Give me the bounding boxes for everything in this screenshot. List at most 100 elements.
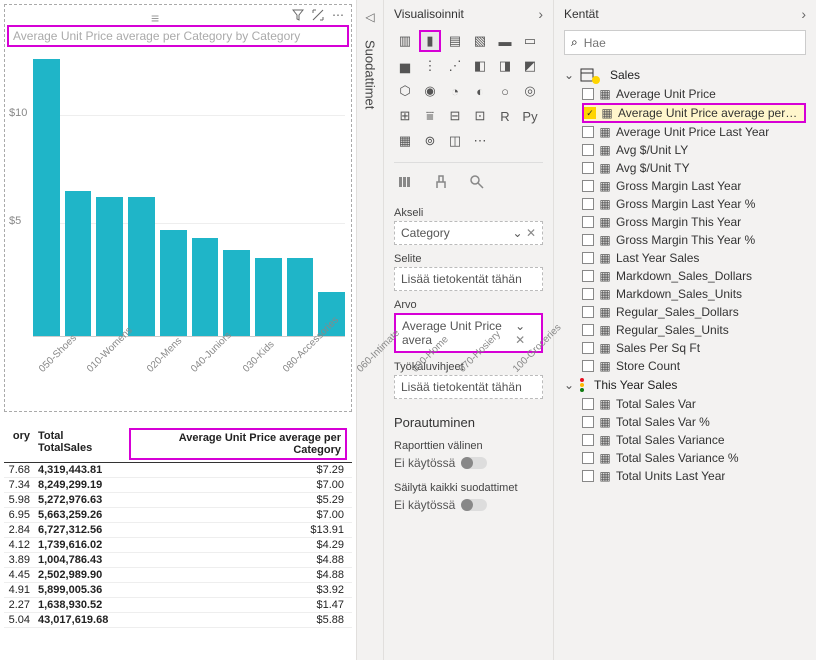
field-row[interactable]: ▦Markdown_Sales_Dollars <box>582 267 806 285</box>
viz-type-icon[interactable]: ◐ <box>469 80 491 102</box>
value-remove-icon[interactable]: ✕ <box>515 333 525 347</box>
toggle-switch[interactable] <box>461 457 487 469</box>
field-checkbox[interactable] <box>582 398 594 410</box>
legend-field-well[interactable]: Lisää tietokentät tähän <box>394 267 543 291</box>
field-row[interactable]: ▦Total Units Last Year <box>582 467 806 485</box>
field-row[interactable]: ▦Total Sales Var <box>582 395 806 413</box>
viz-type-icon[interactable]: ◔ <box>444 80 466 102</box>
viz-type-icon[interactable]: ▭ <box>519 30 541 52</box>
field-checkbox[interactable] <box>582 252 594 264</box>
field-row[interactable]: ▦Total Sales Variance % <box>582 449 806 467</box>
table-row[interactable]: 2.846,727,312.56$13.91 <box>4 523 352 538</box>
viz-type-icon[interactable]: ⋮ <box>419 55 441 77</box>
field-checkbox[interactable] <box>582 324 594 336</box>
value-field-well[interactable]: Average Unit Price avera ⌄ ✕ <box>394 313 543 353</box>
field-checkbox[interactable] <box>582 144 594 156</box>
col-header-1b[interactable]: TotalSales <box>38 442 125 454</box>
table-row[interactable]: 4.452,502,989.90$4.88 <box>4 568 352 583</box>
field-checkbox[interactable] <box>582 216 594 228</box>
field-checkbox[interactable]: ✓ <box>584 107 596 119</box>
viz-type-icon[interactable]: ◨ <box>494 55 516 77</box>
viz-type-icon[interactable]: ▧ <box>469 30 491 52</box>
analytics-tab-icon[interactable] <box>466 171 488 193</box>
viz-type-icon[interactable]: ◫ <box>444 130 466 152</box>
viz-type-icon[interactable]: ▤ <box>444 30 466 52</box>
drill-cross-toggle[interactable]: Ei käytössä <box>394 456 543 470</box>
table-row[interactable]: 5.0443,017,619.68$5.88 <box>4 613 352 628</box>
field-row[interactable]: ▦Avg $/Unit TY <box>582 159 806 177</box>
bar[interactable] <box>287 258 314 336</box>
bar-chart-visual[interactable]: ≡ ⋯ Average Unit Price average per Categ… <box>4 4 352 412</box>
viz-type-icon[interactable]: ⩸ <box>419 105 441 127</box>
field-checkbox[interactable] <box>582 180 594 192</box>
field-row[interactable]: ✓▦Average Unit Price average per Cate... <box>582 103 806 123</box>
expand-filters-icon[interactable]: ◁ <box>365 10 374 24</box>
viz-type-icon[interactable]: ○ <box>494 80 516 102</box>
viz-type-icon[interactable]: ⬡ <box>394 80 416 102</box>
value-chevron-icon[interactable]: ⌄ <box>515 319 525 333</box>
axis-field-well[interactable]: Category ⌄ ✕ <box>394 221 543 245</box>
field-checkbox[interactable] <box>582 126 594 138</box>
fields-tab-icon[interactable] <box>394 171 416 193</box>
axis-remove-icon[interactable]: ✕ <box>526 226 536 240</box>
viz-type-icon[interactable]: ⊟ <box>444 105 466 127</box>
viz-type-icon[interactable]: ▥ <box>394 30 416 52</box>
field-row[interactable]: ▦Sales Per Sq Ft <box>582 339 806 357</box>
field-checkbox[interactable] <box>582 88 594 100</box>
table-visual[interactable]: ory Total TotalSales Average Unit Price … <box>4 428 352 652</box>
bar[interactable] <box>160 230 187 336</box>
more-options-icon[interactable]: ⋯ <box>331 8 345 22</box>
field-row[interactable]: ▦Regular_Sales_Units <box>582 321 806 339</box>
bar[interactable] <box>65 191 92 336</box>
viz-type-icon[interactable]: ◎ <box>519 80 541 102</box>
format-tab-icon[interactable] <box>430 171 452 193</box>
field-row[interactable]: ▦Markdown_Sales_Units <box>582 285 806 303</box>
viz-type-icon[interactable]: ⋯ <box>469 130 491 152</box>
field-row[interactable]: ▦Avg $/Unit LY <box>582 141 806 159</box>
viz-type-icon[interactable]: ▅ <box>394 55 416 77</box>
viz-type-icon[interactable]: ⊚ <box>419 130 441 152</box>
viz-type-icon[interactable]: ⊞ <box>394 105 416 127</box>
bar[interactable] <box>255 258 282 336</box>
field-row[interactable]: ▦Total Sales Variance <box>582 431 806 449</box>
table-node-this-year-sales[interactable]: ⌄ This Year Sales <box>564 378 806 392</box>
field-checkbox[interactable] <box>582 288 594 300</box>
search-input[interactable] <box>584 36 799 50</box>
bar[interactable] <box>33 59 60 336</box>
table-row[interactable]: 5.985,272,976.63$5.29 <box>4 493 352 508</box>
collapse-viz-icon[interactable]: › <box>538 6 543 22</box>
table-row[interactable]: 2.271,638,930.52$1.47 <box>4 598 352 613</box>
field-checkbox[interactable] <box>582 198 594 210</box>
field-checkbox[interactable] <box>582 470 594 482</box>
table-node-sales[interactable]: ⌄ Sales <box>564 68 806 82</box>
filters-collapsed-pane[interactable]: ◁ Suodattimet <box>356 0 384 660</box>
table-row[interactable]: 7.684,319,443.81$7.29 <box>4 463 352 478</box>
viz-type-icon[interactable]: ⊡ <box>469 105 491 127</box>
collapse-fields-icon[interactable]: › <box>801 6 806 22</box>
viz-type-icon[interactable]: ◧ <box>469 55 491 77</box>
field-row[interactable]: ▦Total Sales Var % <box>582 413 806 431</box>
col-header-0[interactable]: ory <box>4 428 34 460</box>
focus-mode-icon[interactable] <box>311 8 325 22</box>
viz-type-icon[interactable]: ⋰ <box>444 55 466 77</box>
field-checkbox[interactable] <box>582 452 594 464</box>
field-row[interactable]: ▦Gross Margin This Year <box>582 213 806 231</box>
viz-type-icon[interactable]: Py <box>519 105 541 127</box>
field-row[interactable]: ▦Gross Margin This Year % <box>582 231 806 249</box>
field-checkbox[interactable] <box>582 306 594 318</box>
field-row[interactable]: ▦Gross Margin Last Year % <box>582 195 806 213</box>
axis-chevron-icon[interactable]: ⌄ <box>513 226 523 240</box>
field-checkbox[interactable] <box>582 434 594 446</box>
filter-icon[interactable] <box>291 8 305 22</box>
toggle-switch[interactable] <box>461 499 487 511</box>
viz-type-icon[interactable]: ◉ <box>419 80 441 102</box>
drag-grip-icon[interactable]: ≡ <box>151 10 181 20</box>
field-row[interactable]: ▦Gross Margin Last Year <box>582 177 806 195</box>
table-row[interactable]: 7.348,249,299.19$7.00 <box>4 478 352 493</box>
field-row[interactable]: ▦Store Count <box>582 357 806 375</box>
table-row[interactable]: 4.121,739,616.02$4.29 <box>4 538 352 553</box>
field-checkbox[interactable] <box>582 162 594 174</box>
bar[interactable] <box>192 238 219 336</box>
viz-type-icon[interactable]: ◩ <box>519 55 541 77</box>
viz-type-icon[interactable]: ▮ <box>419 30 441 52</box>
